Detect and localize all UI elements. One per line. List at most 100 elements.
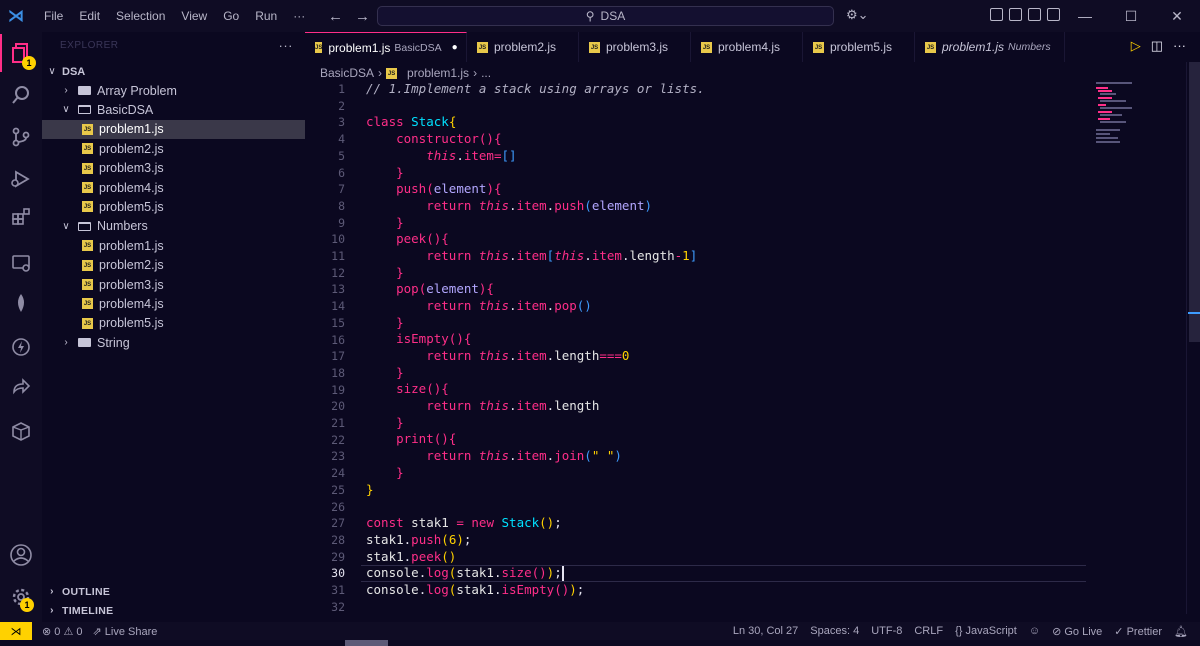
back-arrow-icon[interactable]: ← xyxy=(328,8,343,25)
toggle-secondary-sidebar-icon[interactable] xyxy=(1047,8,1060,21)
prettier-status[interactable]: ✓ Prettier xyxy=(1114,625,1162,638)
copilot-status-icon[interactable]: ☺ xyxy=(1029,625,1040,637)
command-center-search[interactable]: ⚲ DSA xyxy=(377,6,834,26)
line-number: 26 xyxy=(331,499,345,514)
gear-icon[interactable] xyxy=(0,578,42,616)
js-file-icon: JS xyxy=(82,279,93,290)
run-debug-icon[interactable] xyxy=(0,160,42,198)
encoding[interactable]: UTF-8 xyxy=(871,625,902,637)
code-line-8: return this.item.push(element) xyxy=(426,198,653,213)
tab-problem5-js[interactable]: JS problem5.js xyxy=(803,32,915,62)
tab-problem3-js[interactable]: JS problem3.js xyxy=(579,32,691,62)
live-share-icon[interactable] xyxy=(0,368,42,406)
outline-section[interactable]: › OUTLINE xyxy=(42,582,305,601)
folder-basicdsa[interactable]: ∨ BasicDSA xyxy=(42,100,305,119)
indentation[interactable]: Spaces: 4 xyxy=(810,625,859,637)
tree-item-label: BasicDSA xyxy=(97,102,154,117)
mongodb-leaf-icon[interactable] xyxy=(0,284,42,322)
close-button[interactable]: ✕ xyxy=(1154,0,1200,32)
tab-label: problem2.js xyxy=(494,40,557,54)
file-item[interactable]: JS problem5.js xyxy=(42,197,305,216)
menu-file[interactable]: File xyxy=(36,0,71,32)
account-icon[interactable] xyxy=(0,536,42,574)
file-item[interactable]: JS problem3.js xyxy=(42,159,305,178)
breadcrumb-file[interactable]: problem1.js xyxy=(407,66,469,80)
code-line-23: return this.item.join(" ") xyxy=(426,448,622,463)
toggle-panel-icon[interactable] xyxy=(1028,8,1041,21)
forward-arrow-icon[interactable]: → xyxy=(355,8,370,25)
problems-indicator[interactable]: ⊗ 0 ⚠ 0 xyxy=(42,625,82,638)
thunder-client-icon[interactable] xyxy=(0,328,42,366)
cursor-position[interactable]: Ln 30, Col 27 xyxy=(733,625,798,637)
js-file-icon: JS xyxy=(82,317,93,329)
run-icon[interactable]: ▷ xyxy=(1131,38,1141,54)
explorer-icon[interactable] xyxy=(0,34,42,72)
split-editor-icon[interactable]: ◫ xyxy=(1151,38,1163,54)
menu-edit[interactable]: Edit xyxy=(71,0,108,32)
search-icon[interactable] xyxy=(0,76,42,114)
file-item[interactable]: JS problem1.js xyxy=(42,236,305,255)
folder-open-icon xyxy=(78,105,91,115)
remote-indicator-icon[interactable]: ⋊ xyxy=(0,622,32,640)
package-icon[interactable] xyxy=(0,412,42,450)
toggle-sidebar-icon[interactable] xyxy=(1009,8,1022,21)
code-line-14: return this.item.pop() xyxy=(426,298,592,313)
tab-problem1-js-numbers[interactable]: JS problem1.js Numbers xyxy=(915,32,1065,62)
minimap[interactable] xyxy=(1090,80,1180,150)
menu-run[interactable]: Run xyxy=(247,0,285,32)
minimize-button[interactable]: — xyxy=(1062,0,1108,32)
text-cursor xyxy=(561,566,564,581)
code-line-28: stak1.push(6); xyxy=(366,532,472,547)
chevron-right-icon: › xyxy=(50,586,54,597)
code-line-18: } xyxy=(396,365,404,380)
tab-problem4-js[interactable]: JS problem4.js xyxy=(691,32,803,62)
live-share-status[interactable]: ⇗ Live Share xyxy=(92,625,157,638)
file-item[interactable]: JS problem3.js xyxy=(42,275,305,294)
maximize-button[interactable]: ☐ xyxy=(1108,0,1154,32)
tree-root-dsa[interactable]: ∨ DSA xyxy=(42,62,305,81)
line-number: 30 xyxy=(331,566,345,581)
tree-item-label: problem4.js xyxy=(99,180,164,195)
line-number: 6 xyxy=(338,165,345,180)
tab-problem2-js[interactable]: JS problem2.js xyxy=(467,32,579,62)
code-line-21: } xyxy=(396,415,404,430)
go-live-button[interactable]: ⊘ Go Live xyxy=(1052,625,1102,638)
explorer-more-button[interactable]: ··· xyxy=(279,38,294,53)
tab-problem1-js-basicdsa[interactable]: JS problem1.js BasicDSA ● xyxy=(305,32,467,62)
scrollbar-cursor-marker xyxy=(1188,312,1200,314)
copilot-icon[interactable]: ⚙⌄ xyxy=(846,7,869,23)
more-actions-icon[interactable]: ··· xyxy=(1173,38,1186,54)
js-file-icon: JS xyxy=(701,41,712,53)
menu-more[interactable]: ··· xyxy=(285,0,313,32)
file-item[interactable]: JS problem4.js xyxy=(42,178,305,197)
notifications-bell-icon[interactable]: 🔔︎ xyxy=(1174,625,1188,638)
file-item[interactable]: JS problem2.js xyxy=(42,256,305,275)
timeline-section[interactable]: › TIMELINE xyxy=(42,601,305,620)
remote-explorer-icon[interactable] xyxy=(0,244,42,282)
chevron-down-icon: ∨ xyxy=(48,66,56,77)
folder-string[interactable]: › String xyxy=(42,333,305,352)
tree-item-label: Array Problem xyxy=(97,83,177,98)
language-mode[interactable]: {} JavaScript xyxy=(955,625,1017,637)
file-item[interactable]: JS problem1.js xyxy=(42,119,305,139)
tab-description: BasicDSA xyxy=(394,41,442,54)
breadcrumb-folder[interactable]: BasicDSA xyxy=(320,66,374,80)
source-control-icon[interactable] xyxy=(0,118,42,156)
code-editor[interactable]: 1 2 3 4 5 6 7 8 9 10 11 12 13 14 15 16 17 18 19 20 21 22 23 24 2… xyxy=(305,80,1185,614)
folder-array-problem[interactable]: › Array Problem xyxy=(42,81,305,100)
menu-selection[interactable]: Selection xyxy=(108,0,173,32)
extensions-icon[interactable] xyxy=(0,198,42,236)
folder-numbers[interactable]: ∨ Numbers xyxy=(42,217,305,236)
file-item[interactable]: JS problem4.js xyxy=(42,294,305,313)
vertical-scrollbar[interactable] xyxy=(1186,62,1200,614)
file-item[interactable]: JS problem2.js xyxy=(42,139,305,158)
customize-layout-icon[interactable] xyxy=(990,8,1003,21)
menu-view[interactable]: View xyxy=(173,0,215,32)
horizontal-scrollbar-thumb[interactable] xyxy=(345,640,388,646)
scrollbar-thumb[interactable] xyxy=(1189,62,1200,342)
file-item[interactable]: JS problem5.js xyxy=(42,314,305,333)
breadcrumb-trail[interactable]: ... xyxy=(481,66,491,80)
unsaved-dot-icon[interactable]: ● xyxy=(452,42,458,53)
menu-go[interactable]: Go xyxy=(215,0,247,32)
line-ending[interactable]: CRLF xyxy=(914,625,943,637)
